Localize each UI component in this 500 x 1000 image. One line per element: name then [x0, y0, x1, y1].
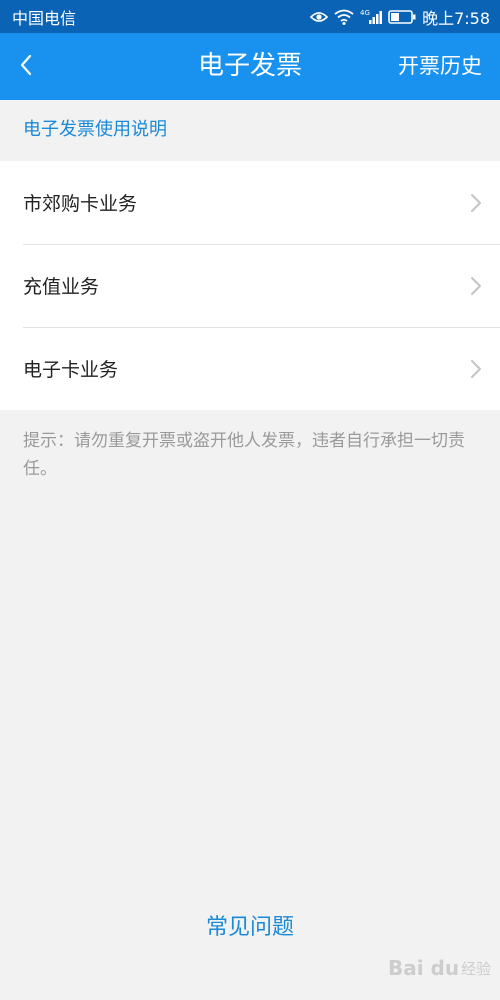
faq-area: 常见问题	[0, 908, 500, 948]
menu-item-e-card[interactable]: 电子卡业务	[0, 327, 500, 410]
chevron-right-icon	[470, 193, 482, 217]
svg-text:4G: 4G	[360, 9, 370, 17]
menu-item-suburban-card[interactable]: 市郊购卡业务	[0, 161, 500, 244]
chevron-right-icon	[470, 359, 482, 383]
battery-icon	[388, 9, 416, 24]
clock-time: 晚上7:58	[422, 8, 490, 28]
watermark-sub: 经验	[461, 959, 492, 978]
status-icons: 4G 晚上7:58	[310, 5, 490, 29]
back-button[interactable]	[6, 45, 46, 89]
carrier-name: 中国电信	[12, 8, 77, 28]
cellular-signal-icon: 4G	[360, 9, 383, 25]
faq-link[interactable]: 常见问题	[206, 915, 294, 940]
invoice-history-button[interactable]: 开票历史	[398, 33, 482, 100]
menu-item-label: 充值业务	[23, 276, 100, 298]
menu-item-label: 市郊购卡业务	[23, 193, 138, 215]
business-menu: 市郊购卡业务 充值业务 电子卡业务	[0, 161, 500, 410]
menu-item-label: 电子卡业务	[23, 359, 119, 381]
chevron-right-icon	[470, 276, 482, 300]
watermark-logo: Bai du	[388, 956, 460, 980]
chevron-left-icon	[19, 54, 33, 80]
wifi-icon	[334, 9, 354, 25]
status-bar: 中国电信 4G 晚上7:58	[0, 0, 500, 33]
nav-bar: 电子发票 开票历史	[0, 33, 500, 100]
baidu-watermark: Bai du 经验	[388, 944, 491, 992]
eye-icon	[310, 10, 329, 24]
notice-text: 提示：请勿重复开票或盗开他人发票，违者自行承担一切责任。	[23, 431, 465, 479]
menu-item-recharge[interactable]: 充值业务	[0, 244, 500, 327]
invoice-guide-link[interactable]: 电子发票使用说明	[23, 113, 167, 147]
